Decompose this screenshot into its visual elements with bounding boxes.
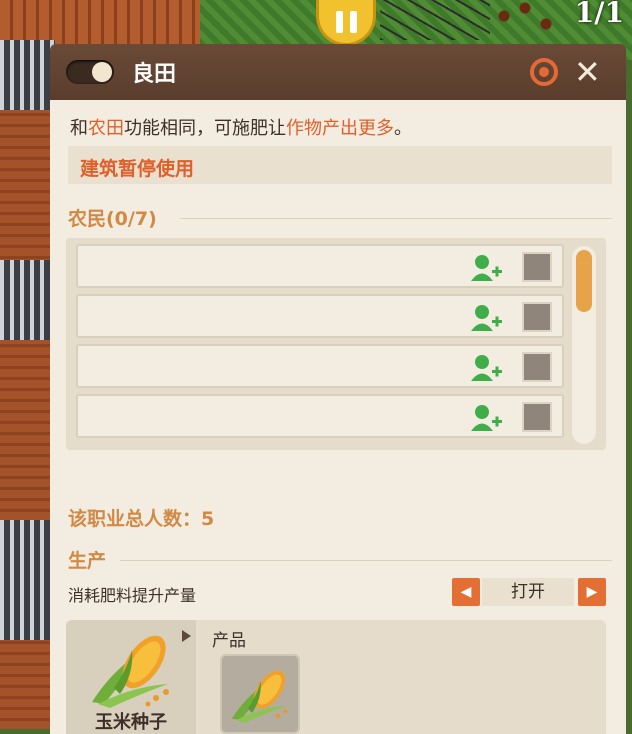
pause-icon: [349, 10, 357, 33]
panel-title: 良田: [132, 62, 177, 87]
building-window: [0, 260, 55, 340]
corn-icon: [231, 670, 288, 723]
fence: [380, 0, 490, 40]
panel-header: 良田 ✕: [50, 44, 626, 100]
desc-text: 功能相同，可施肥让: [124, 118, 286, 139]
panel-body: 和农田功能相同，可施肥让作物产出更多。 建筑暂停使用 农民(0/7) 该职业总人…: [50, 100, 626, 734]
status-warning: 建筑暂停使用: [68, 146, 612, 184]
checkbox[interactable]: [522, 352, 552, 382]
right-arrow-button[interactable]: ▶: [578, 578, 606, 606]
left-arrow-button[interactable]: ◀: [452, 578, 480, 606]
fertilizer-option-state: 打开: [482, 578, 574, 606]
worker-slot: [76, 244, 564, 288]
checkbox[interactable]: [522, 252, 552, 282]
worker-list: [66, 238, 606, 450]
pause-icon: [335, 10, 343, 33]
input-item-card[interactable]: 玉米种子: [66, 620, 196, 734]
toggle-knob: [92, 62, 112, 82]
input-item-name: 玉米种子: [95, 712, 167, 733]
desc-highlight: 农田: [88, 118, 124, 139]
checkbox[interactable]: [522, 302, 552, 332]
hud-counter: 1/1: [574, 0, 624, 29]
fertilizer-option-label: 消耗肥料提升产量: [68, 586, 197, 605]
divider: [180, 218, 612, 219]
corn-seed-icon: [92, 635, 169, 708]
desc-text: 。: [394, 118, 412, 139]
workers-title: 农民(0/7): [68, 208, 157, 230]
total-workers: 该职业总人数：5: [68, 508, 215, 530]
production-box: 玉米种子 产品: [66, 620, 606, 734]
add-worker-icon[interactable]: [470, 254, 504, 282]
building-toggle-switch[interactable]: [66, 60, 114, 84]
production-title: 生产: [68, 550, 107, 572]
desc-text: 和: [70, 118, 88, 139]
expand-arrow-icon: [182, 630, 191, 642]
checkbox[interactable]: [522, 402, 552, 432]
add-worker-icon[interactable]: [470, 404, 504, 432]
scrollbar-thumb[interactable]: [576, 250, 592, 312]
building-description: 和农田功能相同，可施肥让作物产出更多。: [70, 114, 412, 140]
target-icon[interactable]: [530, 58, 558, 86]
output-label: 产品: [212, 631, 246, 651]
building-window: [0, 520, 55, 640]
worker-slot: [76, 294, 564, 338]
add-worker-icon[interactable]: [470, 354, 504, 382]
output-item-card[interactable]: [220, 654, 300, 734]
building-window: [0, 40, 55, 110]
worker-slot: [76, 394, 564, 438]
close-icon[interactable]: ✕: [574, 52, 601, 92]
desc-highlight: 作物产出更多: [286, 118, 394, 139]
ant-creatures: [490, 0, 560, 40]
add-worker-icon[interactable]: [470, 304, 504, 332]
building-panel: 良田 ✕ 和农田功能相同，可施肥让作物产出更多。 建筑暂停使用 农民(0/7): [50, 44, 626, 734]
worker-slot: [76, 344, 564, 388]
divider: [120, 560, 612, 561]
